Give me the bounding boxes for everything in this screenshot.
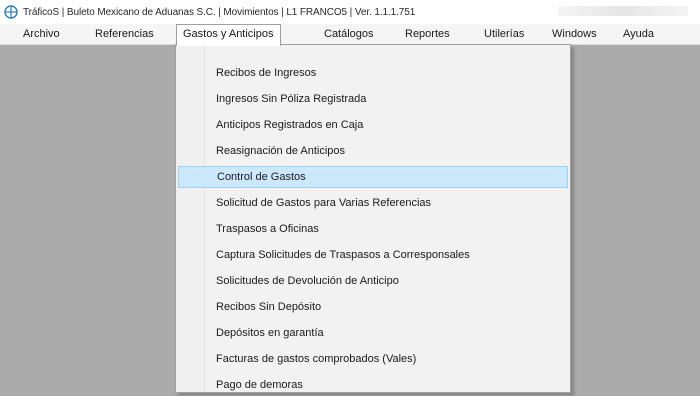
- menu-archivo[interactable]: Archivo: [23, 24, 60, 44]
- menu-gastos-y-anticipos[interactable]: Gastos y Anticipos: [176, 24, 281, 46]
- title-bar: TráficoS | Buleto Mexicano de Aduanas S.…: [0, 0, 700, 24]
- menu-ayuda[interactable]: Ayuda: [623, 24, 654, 44]
- menu-item-captura-traspasos-corresponsales[interactable]: Captura Solicitudes de Traspasos a Corre…: [178, 244, 568, 266]
- menu-item-control-de-gastos[interactable]: Control de Gastos: [178, 166, 568, 188]
- menu-item-anticipos-registrados[interactable]: Anticipos Registrados en Caja: [178, 114, 568, 136]
- menu-item-ingresos-sin-poliza[interactable]: Ingresos Sin Póliza Registrada: [178, 88, 568, 110]
- menu-item-traspasos-oficinas[interactable]: Traspasos a Oficinas: [178, 218, 568, 240]
- menu-utilerias[interactable]: Utilerías: [484, 24, 524, 44]
- menu-item-reasignacion-anticipos[interactable]: Reasignación de Anticipos: [178, 140, 568, 162]
- menu-item-depositos-garantia[interactable]: Depósitos en garantía: [178, 322, 568, 344]
- menu-bar: Archivo Referencias Gastos y Anticipos C…: [0, 24, 700, 46]
- menu-windows[interactable]: Windows: [552, 24, 597, 44]
- menu-catalogos[interactable]: Catálogos: [324, 24, 374, 44]
- menu-item-recibos-sin-deposito[interactable]: Recibos Sin Depósito: [178, 296, 568, 318]
- menu-reportes[interactable]: Reportes: [405, 24, 450, 44]
- title-bar-blurred-region: [558, 6, 688, 16]
- app-logo-icon: [4, 5, 18, 19]
- menu-item-solicitud-gastos-varias[interactable]: Solicitud de Gastos para Varias Referenc…: [178, 192, 568, 214]
- gastos-anticipos-dropdown: Recibos de Ingresos Ingresos Sin Póliza …: [175, 44, 571, 393]
- menu-item-devolucion-anticipo[interactable]: Solicitudes de Devolución de Anticipo: [178, 270, 568, 292]
- menu-referencias[interactable]: Referencias: [95, 24, 154, 44]
- menu-item-recibos-de-ingresos[interactable]: Recibos de Ingresos: [178, 62, 568, 84]
- menu-item-facturas-gastos-comprobados[interactable]: Facturas de gastos comprobados (Vales): [178, 348, 568, 370]
- window-title: TráficoS | Buleto Mexicano de Aduanas S.…: [23, 6, 416, 18]
